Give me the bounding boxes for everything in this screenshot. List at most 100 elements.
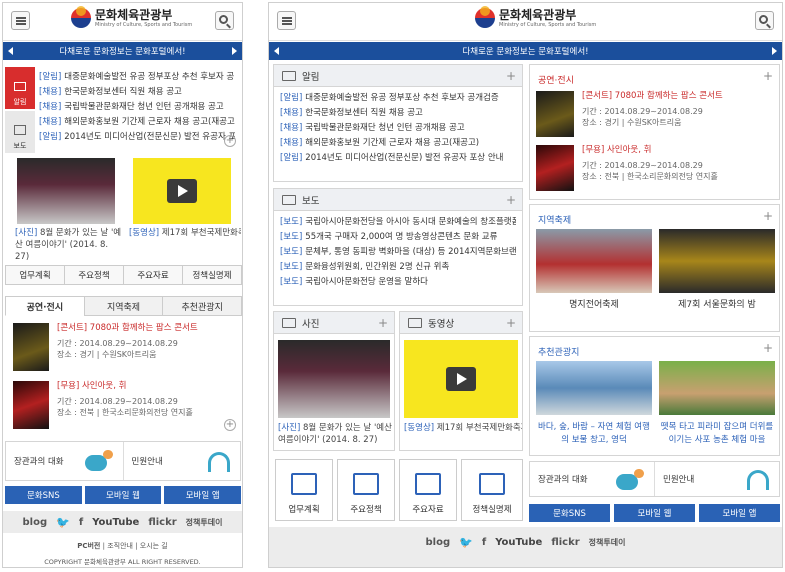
civil-info[interactable]: 민원안내 (122, 442, 241, 480)
tablet-logo[interactable]: 문화체육관광부 Ministry of Culture, Sports and T… (475, 6, 596, 28)
portal-banner[interactable]: 다채로운 문화정보는 문화포털에서! (3, 42, 242, 60)
mobile-video-caption[interactable]: [동영상] 제17회 부천국제만화축제 (129, 227, 241, 239)
quick-button-policy[interactable]: 주요정책 (337, 459, 395, 521)
mobile-photo-thumb[interactable] (17, 158, 115, 224)
press-icon (282, 194, 296, 205)
side-tab-notice[interactable]: 알림 (5, 67, 35, 109)
festival-caption[interactable]: 제7회 서울문화의 밤 (659, 299, 775, 312)
quick-button-data[interactable]: 주요자료 (399, 459, 457, 521)
video-caption[interactable]: [동영상] 제17회 부천국제만화축제 (404, 422, 522, 434)
mobile-web-button[interactable]: 모바일 웹 (614, 504, 695, 522)
mobile-app-button[interactable]: 모바일 앱 (164, 486, 242, 504)
tour-photo[interactable] (659, 361, 775, 415)
more-plus-icon[interactable]: + (506, 69, 516, 83)
menu-icon[interactable] (11, 11, 30, 30)
tab-tour[interactable]: 추천관광지 (162, 296, 242, 316)
press-panel-header[interactable]: 보도 + (274, 189, 522, 211)
event-item[interactable]: [콘서트] 7080과 함께하는 팝스 콘서트 기간 : 2014.08.29~2… (13, 323, 198, 371)
tab-performance[interactable]: 공연·전시 (5, 296, 85, 316)
mobile-logo[interactable]: 문화체육관광부 Ministry of Culture, Sports and T… (71, 6, 192, 28)
more-plus-icon[interactable]: + (763, 69, 773, 83)
more-plus-icon[interactable]: + (506, 193, 516, 207)
list-item[interactable]: [채용] 국립박물관문화재단 청년 인턴 공개채용 공고 (39, 100, 235, 115)
list-item[interactable]: [보도] 문체부, 통영 동피랑 벽화마을 (대상) 등 2014지역문화브랜드.… (280, 245, 516, 260)
event-item[interactable]: [콘서트] 7080과 함께하는 팝스 콘서트 기간 : 2014.08.29~2… (536, 91, 723, 137)
flickr-link[interactable]: flickr (148, 517, 176, 528)
civil-info[interactable]: 민원안내 (654, 462, 779, 496)
list-item[interactable]: [보도] 문화융성위원회, 민간위원 2명 신규 위촉 (280, 260, 516, 275)
list-item[interactable]: [보도] 55개국 구매자 2,000여 명 방송영상콘텐츠 문화 교류 (280, 230, 516, 245)
blog-link[interactable]: blog (23, 517, 48, 528)
quick-button[interactable]: 업무계획 (5, 265, 65, 285)
list-item[interactable]: [알림] 대중문화예술발전 유공 정부포상 추천 후보자 공개검증 (280, 91, 516, 106)
list-item[interactable]: [채용] 해외문화홍보원 기간제 근로자 채용 공고(재공고) (39, 115, 235, 130)
list-item[interactable]: [채용] 해외문화홍보원 기간제 근로자 채용 공고(재공고) (280, 136, 516, 151)
list-item[interactable]: [알림] 2014년도 미디어산업(전문신문) 발전 유공자 포... (39, 130, 235, 145)
more-plus-icon[interactable]: + (763, 341, 773, 355)
more-plus-icon[interactable]: + (224, 135, 236, 147)
flickr-link[interactable]: flickr (551, 537, 579, 548)
festival-photo[interactable] (659, 229, 775, 293)
mobile-photo-caption[interactable]: [사진] 8월 문화가 있는 날 '예산 여름이야기' (2014. 8. 27… (15, 227, 123, 263)
event-item[interactable]: [무용] 사인아웃, 휘 기간 : 2014.08.29~2014.08.29 장소… (536, 145, 718, 191)
youtube-link[interactable]: YouTube (92, 517, 139, 528)
notice-panel-header[interactable]: 알림 + (274, 65, 522, 87)
mobile-app-button[interactable]: 모바일 앱 (699, 504, 780, 522)
photo-thumb[interactable] (278, 340, 390, 418)
banner-next-icon[interactable] (772, 47, 777, 55)
tour-caption[interactable]: 뗏목 타고 피라미 잡으며 더위를 이기는 사포 농촌 체험 마을 (659, 421, 775, 447)
list-item[interactable]: [채용] 한국문화정보센터 직원 채용 공고 (39, 85, 235, 100)
festival-caption[interactable]: 명지전어축제 (536, 299, 652, 312)
facebook-icon[interactable]: f (482, 537, 486, 548)
list-item[interactable]: [알림] 2014년도 미디어산업(전문신문) 발전 유공자 포상 안내 (280, 151, 516, 166)
list-item[interactable]: [보도] 국립아시아문화전당 운영을 말하다 (280, 275, 516, 290)
list-item[interactable]: [채용] 한국문화정보센터 직원 채용 공고 (280, 106, 516, 121)
policy-today-link[interactable]: 정책투데이 (589, 537, 626, 548)
quick-button[interactable]: 주요자료 (123, 265, 183, 285)
quick-button-plan[interactable]: 업무계획 (275, 459, 333, 521)
directions-link[interactable]: 오시는 길 (140, 542, 168, 550)
list-item[interactable]: [채용] 국립박물관문화재단 청년 인턴 공개채용 공고 (280, 121, 516, 136)
twitter-icon[interactable]: 🐦 (459, 536, 473, 549)
festival-photo[interactable] (536, 229, 652, 293)
list-item[interactable]: [알림] 대중문화예술발전 유공 정부포상 추천 후보자 공... (39, 70, 235, 85)
video-panel-header[interactable]: 동영상 + (400, 312, 522, 334)
minister-talk[interactable]: 장관과의 대화 (6, 442, 123, 480)
mobile-web-button[interactable]: 모바일 웹 (84, 486, 162, 504)
event-poster (536, 145, 574, 191)
quick-button-realname[interactable]: 정책실명제 (461, 459, 523, 521)
banner-prev-icon[interactable] (8, 47, 13, 55)
blog-link[interactable]: blog (426, 537, 451, 548)
search-icon[interactable] (215, 11, 234, 30)
more-plus-icon[interactable]: + (378, 316, 388, 330)
youtube-link[interactable]: YouTube (495, 537, 542, 548)
facebook-icon[interactable]: f (79, 517, 83, 528)
event-item[interactable]: [무용] 사인아웃, 휘 기간 : 2014.08.29~2014.08.29 장소… (13, 381, 193, 429)
more-plus-icon[interactable]: + (763, 209, 773, 223)
video-thumb[interactable] (404, 340, 518, 418)
photo-caption[interactable]: [사진] 8월 문화가 있는 날 '예산 여름이야기' (2014. 8. 27… (278, 422, 392, 446)
photo-panel-header[interactable]: 사진 + (274, 312, 394, 334)
mobile-video-thumb[interactable] (133, 158, 231, 224)
org-link[interactable]: 조직안내 (107, 542, 133, 550)
banner-prev-icon[interactable] (274, 47, 279, 55)
quick-button[interactable]: 주요정책 (64, 265, 124, 285)
more-plus-icon[interactable]: + (506, 316, 516, 330)
banner-next-icon[interactable] (232, 47, 237, 55)
menu-icon[interactable] (277, 11, 296, 30)
sns-button[interactable]: 문화SNS (5, 486, 82, 504)
pc-version-link[interactable]: PC버전 (77, 542, 100, 550)
minister-talk[interactable]: 장관과의 대화 (530, 462, 654, 496)
policy-today-link[interactable]: 정책투데이 (186, 517, 223, 528)
sns-button[interactable]: 문화SNS (529, 504, 610, 522)
twitter-icon[interactable]: 🐦 (56, 516, 70, 529)
quick-button[interactable]: 정책실명제 (182, 265, 242, 285)
side-tab-press[interactable]: 보도 (5, 111, 35, 153)
portal-banner[interactable]: 다채로운 문화정보는 문화포털에서! (269, 42, 782, 60)
list-item[interactable]: [보도] 국립아시아문화전당을 아시아 동시대 문화예술의 창조플랫폼... (280, 215, 516, 230)
tab-festival[interactable]: 지역축제 (83, 296, 164, 316)
more-plus-icon[interactable]: + (224, 419, 236, 431)
tour-caption[interactable]: 바다, 숲, 바람 – 자연 체험 여행의 보물 창고, 영덕 (536, 421, 652, 447)
tour-photo[interactable] (536, 361, 652, 415)
search-icon[interactable] (755, 11, 774, 30)
